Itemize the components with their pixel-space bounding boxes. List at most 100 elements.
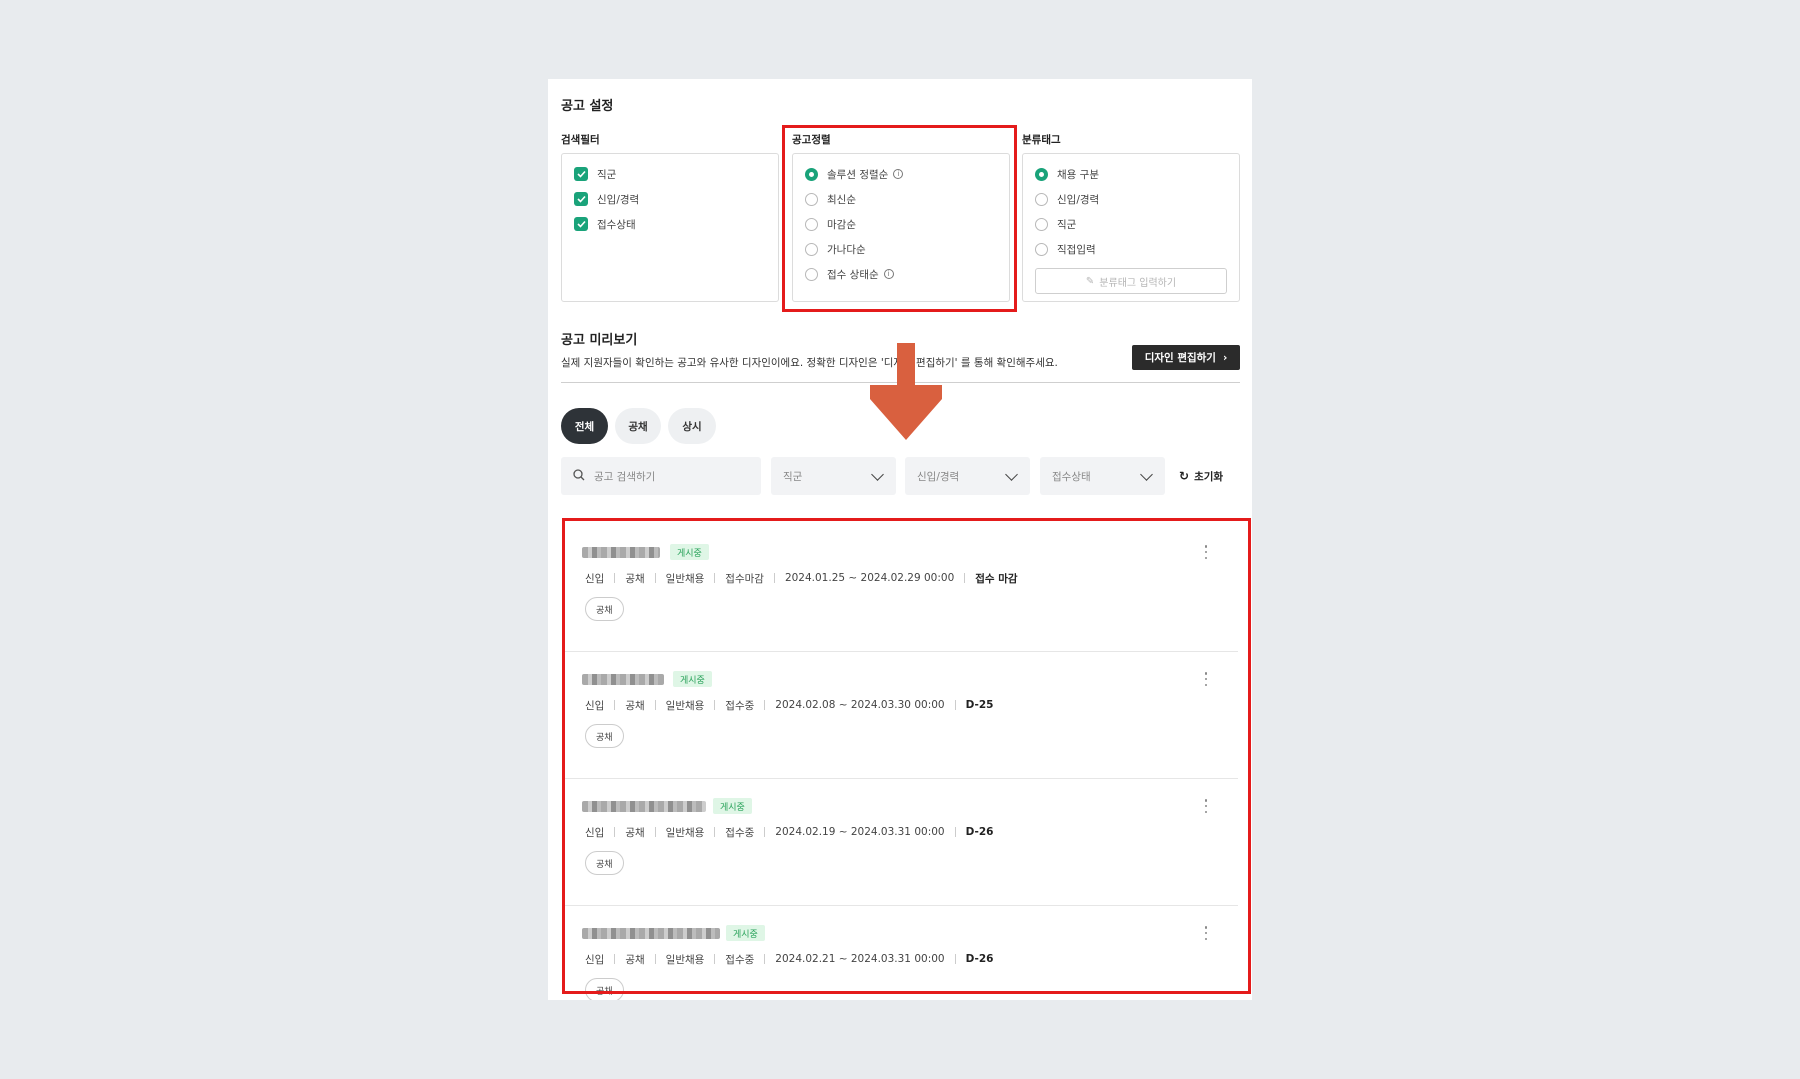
meta-career: 신입 bbox=[585, 826, 605, 839]
pencil-icon: ✎ bbox=[1085, 275, 1095, 287]
tab-public[interactable]: 공채 bbox=[615, 408, 661, 444]
sort-box: 솔루션 정렬순 i 최신순 마감순 가나다순 접수 상태순 i bbox=[792, 153, 1010, 302]
tab-all[interactable]: 전체 bbox=[561, 408, 608, 444]
radio-icon[interactable] bbox=[1035, 217, 1048, 231]
reset-button[interactable]: ↻ 초기화 bbox=[1179, 457, 1223, 495]
sort-option-latest[interactable]: 최신순 bbox=[805, 191, 856, 207]
search-placeholder: 공고 검색하기 bbox=[594, 470, 656, 483]
checkbox-checked-icon[interactable] bbox=[574, 217, 588, 231]
filter-option-status[interactable]: 접수상태 bbox=[574, 216, 636, 232]
sort-option-label: 솔루션 정렬순 bbox=[827, 168, 889, 181]
posting-card[interactable]: 게시중 신입 공채 일반채용 접수마감 2024.01.25 ~ 2024.02… bbox=[565, 525, 1238, 652]
meta-period: 2024.02.19 ~ 2024.03.31 00:00 bbox=[775, 826, 945, 838]
job-dropdown[interactable]: 직군 bbox=[771, 457, 896, 495]
meta-career: 신입 bbox=[585, 699, 605, 712]
posting-card[interactable]: 게시중 신입 공채 일반채용 접수중 2024.02.19 ~ 2024.03.… bbox=[565, 779, 1238, 906]
more-options-icon[interactable] bbox=[1204, 545, 1208, 559]
tab-always[interactable]: 상시 bbox=[668, 408, 716, 444]
filter-option-career[interactable]: 신입/경력 bbox=[574, 191, 639, 207]
radio-icon[interactable] bbox=[805, 217, 818, 231]
checkbox-checked-icon[interactable] bbox=[574, 192, 588, 206]
radio-icon[interactable] bbox=[1035, 192, 1048, 206]
radio-icon[interactable] bbox=[805, 192, 818, 206]
sort-option-label: 가나다순 bbox=[827, 243, 866, 256]
meta-dday: D-26 bbox=[965, 826, 994, 838]
filter-option-job[interactable]: 직군 bbox=[574, 166, 616, 182]
tag-option-label: 직접입력 bbox=[1057, 243, 1096, 256]
meta-recruit-type: 공채 bbox=[625, 953, 645, 966]
sort-label: 공고정렬 bbox=[792, 134, 831, 146]
meta-period: 2024.02.21 ~ 2024.03.31 00:00 bbox=[775, 953, 945, 965]
posting-title-blurred bbox=[582, 801, 706, 812]
sort-option-label: 최신순 bbox=[827, 193, 856, 206]
sort-option-label: 마감순 bbox=[827, 218, 856, 231]
meta-dday: D-26 bbox=[965, 953, 994, 965]
tag-option-recruit-type[interactable]: 채용 구분 bbox=[1035, 166, 1099, 182]
tag-label: 분류태그 bbox=[1022, 134, 1061, 146]
sort-option-deadline[interactable]: 마감순 bbox=[805, 216, 856, 232]
posting-card[interactable]: 게시중 신입 공채 일반채용 접수중 2024.02.08 ~ 2024.03.… bbox=[565, 652, 1238, 779]
chevron-down-icon bbox=[1005, 467, 1018, 481]
sort-option-alphabetical[interactable]: 가나다순 bbox=[805, 241, 866, 257]
meta-recruit-type: 공채 bbox=[625, 826, 645, 839]
tag-input-field[interactable]: ✎ 분류태그 입력하기 bbox=[1035, 268, 1227, 294]
tag-chip: 공채 bbox=[585, 724, 624, 748]
refresh-icon: ↻ bbox=[1179, 469, 1190, 483]
status-badge: 게시중 bbox=[713, 798, 752, 814]
posting-meta: 신입 공채 일반채용 접수중 2024.02.21 ~ 2024.03.31 0… bbox=[585, 952, 993, 966]
posting-card[interactable]: 게시중 신입 공채 일반채용 접수중 2024.02.21 ~ 2024.03.… bbox=[565, 906, 1238, 1000]
meta-status: 접수중 bbox=[725, 953, 755, 966]
tag-chip: 공채 bbox=[585, 978, 624, 1000]
filter-option-label: 접수상태 bbox=[597, 218, 636, 231]
posting-search-input[interactable]: 공고 검색하기 bbox=[561, 457, 761, 495]
tag-chip: 공채 bbox=[585, 597, 624, 621]
dropdown-label: 접수상태 bbox=[1052, 470, 1091, 483]
posting-meta: 신입 공채 일반채용 접수마감 2024.01.25 ~ 2024.02.29 … bbox=[585, 571, 1018, 585]
meta-period: 2024.01.25 ~ 2024.02.29 00:00 bbox=[784, 572, 955, 584]
sort-option-status[interactable]: 접수 상태순 i bbox=[805, 266, 894, 282]
tag-option-custom[interactable]: 직접입력 bbox=[1035, 241, 1096, 257]
tag-box: 채용 구분 신입/경력 직군 직접입력 ✎ 분류태그 입력하기 bbox=[1022, 153, 1240, 302]
meta-hire-type: 일반채용 bbox=[665, 572, 705, 585]
meta-status: 접수중 bbox=[725, 826, 755, 839]
status-dropdown[interactable]: 접수상태 bbox=[1040, 457, 1165, 495]
settings-panel: 공고 설정 검색필터 직군 신입/경력 접수상태 공고정렬 솔루션 정렬순 i … bbox=[548, 79, 1252, 1000]
radio-icon[interactable] bbox=[805, 242, 818, 256]
chevron-down-icon bbox=[1140, 467, 1153, 481]
filter-option-label: 직군 bbox=[597, 168, 617, 181]
tag-option-label: 채용 구분 bbox=[1057, 168, 1099, 181]
career-dropdown[interactable]: 신입/경력 bbox=[905, 457, 1030, 495]
chevron-down-icon bbox=[871, 467, 884, 481]
radio-selected-icon[interactable] bbox=[805, 167, 818, 181]
sort-option-solution[interactable]: 솔루션 정렬순 i bbox=[805, 166, 904, 182]
radio-selected-icon[interactable] bbox=[1035, 167, 1048, 181]
filter-box: 직군 신입/경력 접수상태 bbox=[561, 153, 779, 302]
meta-dday: 접수 마감 bbox=[975, 572, 1018, 585]
meta-hire-type: 일반채용 bbox=[665, 826, 705, 839]
dropdown-label: 신입/경력 bbox=[917, 470, 960, 483]
chevron-right-icon: › bbox=[1222, 351, 1228, 364]
info-icon[interactable]: i bbox=[883, 269, 894, 279]
radio-icon[interactable] bbox=[1035, 242, 1048, 256]
meta-career: 신입 bbox=[585, 572, 605, 585]
meta-recruit-type: 공채 bbox=[625, 699, 645, 712]
meta-status: 접수마감 bbox=[725, 572, 764, 585]
more-options-icon[interactable] bbox=[1204, 672, 1208, 686]
preview-description: 실제 지원자들이 확인하는 공고와 유사한 디자인이에요. 정확한 디자인은 '… bbox=[561, 357, 1058, 369]
more-options-icon[interactable] bbox=[1204, 799, 1208, 813]
tag-option-job[interactable]: 직군 bbox=[1035, 216, 1076, 232]
radio-icon[interactable] bbox=[805, 267, 818, 281]
status-badge: 게시중 bbox=[726, 925, 765, 941]
down-arrow-icon bbox=[870, 343, 942, 440]
tag-option-label: 직군 bbox=[1057, 218, 1077, 231]
tag-option-label: 신입/경력 bbox=[1057, 193, 1100, 206]
posting-meta: 신입 공채 일반채용 접수중 2024.02.19 ~ 2024.03.31 0… bbox=[585, 825, 993, 839]
search-icon bbox=[573, 468, 585, 484]
tag-option-career[interactable]: 신입/경력 bbox=[1035, 191, 1099, 207]
meta-period: 2024.02.08 ~ 2024.03.30 00:00 bbox=[775, 699, 945, 711]
meta-recruit-type: 공채 bbox=[625, 572, 645, 585]
more-options-icon[interactable] bbox=[1204, 926, 1208, 940]
info-icon[interactable]: i bbox=[893, 169, 904, 179]
edit-design-button[interactable]: 디자인 편집하기 › bbox=[1132, 345, 1240, 370]
checkbox-checked-icon[interactable] bbox=[574, 167, 588, 181]
